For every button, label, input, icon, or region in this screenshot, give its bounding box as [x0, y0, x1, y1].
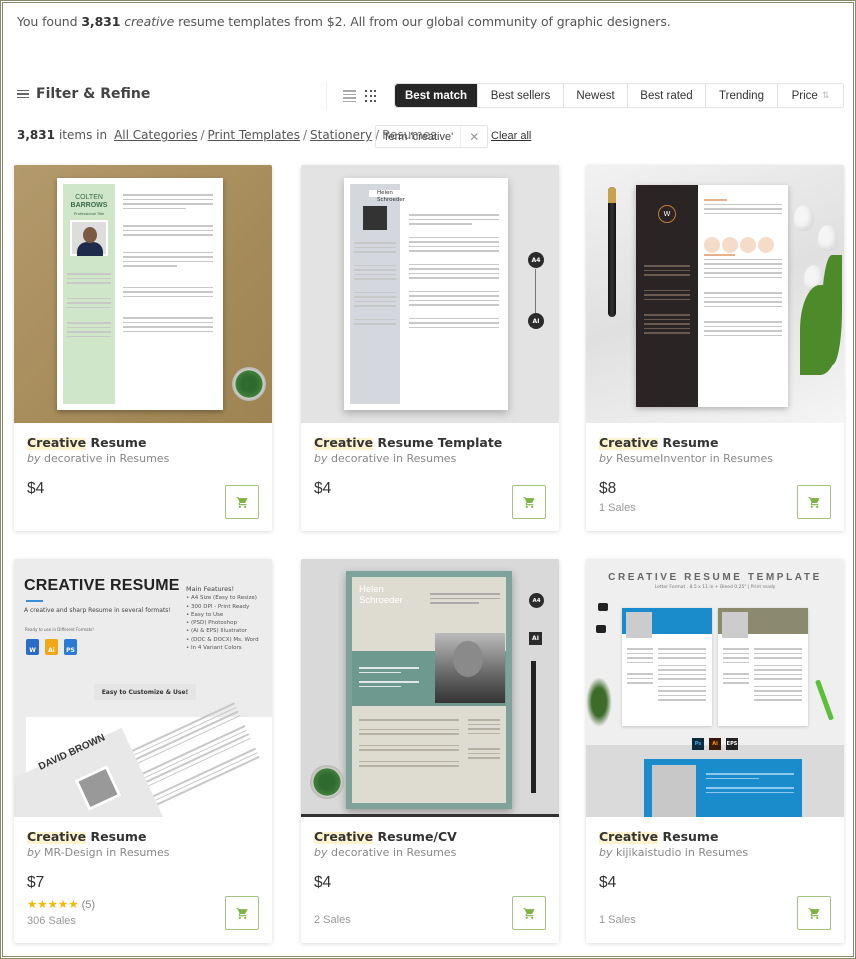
profile-photo [70, 220, 108, 256]
word-icon: W [26, 639, 39, 655]
product-author: by MR-Design in Resumes [27, 846, 170, 859]
add-to-cart-button[interactable] [512, 896, 546, 930]
product-card[interactable]: Helen Schroeder A4 AI Creative Resume Te… [301, 165, 559, 531]
photoshop-icon: Ps [692, 738, 704, 750]
resume-preview: Helen Schroeder [346, 571, 512, 809]
sort-tabs: Best match Best sellers Newest Best rate… [394, 83, 844, 108]
a4-badge: A4 [528, 252, 544, 268]
profile-photo [652, 765, 696, 817]
product-card[interactable]: Helen Schroeder A4 AI Creative Resume/CV … [301, 559, 559, 943]
active-filter-chip: Term 'creative' ✕ [375, 125, 489, 148]
product-card[interactable]: COLTEN BARROWS Professional Title Creative… [14, 165, 272, 531]
results-summary: You found 3,831 creative resume template… [17, 14, 671, 29]
pencil-decoration [531, 661, 536, 793]
add-to-cart-button[interactable] [797, 896, 831, 930]
add-to-cart-button[interactable] [512, 485, 546, 519]
list-view-icon[interactable] [343, 90, 356, 102]
product-thumbnail[interactable]: W [586, 165, 844, 423]
clear-all-link[interactable]: Clear all [491, 130, 531, 142]
breadcrumb: 3,831 items in All Categories / Print Te… [17, 128, 437, 142]
sort-best-match[interactable]: Best match [395, 84, 477, 107]
shopping-cart-icon [236, 496, 247, 508]
product-title[interactable]: Creative Resume [27, 435, 259, 450]
product-thumbnail[interactable]: CREATIVE RESUME TEMPLATE Letter Format .… [586, 559, 844, 817]
filter-refine-button[interactable]: Filter & Refine [17, 86, 150, 102]
product-title[interactable]: Creative Resume Template [314, 435, 546, 450]
sort-best-sellers[interactable]: Best sellers [477, 84, 563, 107]
pen-decoration [608, 187, 616, 317]
product-price: $4 [314, 874, 332, 891]
close-icon[interactable]: ✕ [460, 126, 487, 147]
a4-badge: A4 [529, 593, 544, 608]
product-card[interactable]: W Creative Resume by ResumeInventor in R… [586, 165, 844, 531]
sliders-icon [17, 88, 29, 101]
product-thumbnail[interactable]: Helen Schroeder A4 AI [301, 559, 559, 817]
eps-icon: EPS [726, 738, 738, 750]
product-thumbnail[interactable]: CREATIVE RESUME A creative and sharp Res… [14, 559, 272, 817]
product-title[interactable]: Creative Resume [599, 435, 831, 450]
results-count: 3,831 [81, 14, 121, 29]
ai-badge: AI [528, 313, 544, 329]
product-card[interactable]: CREATIVE RESUME A creative and sharp Res… [14, 559, 272, 943]
product-title[interactable]: Creative Resume/CV [314, 829, 546, 844]
sort-price[interactable]: Price ⇅ [777, 84, 843, 107]
breadcrumb-stationery[interactable]: Stationery [310, 128, 372, 142]
resume-preview: COLTEN BARROWS Professional Title [57, 178, 223, 410]
resume-preview: Helen Schroeder [344, 178, 508, 410]
page-frame: You found 3,831 creative resume template… [0, 0, 856, 959]
product-price: $4 [599, 874, 617, 891]
product-price: $7 [27, 874, 45, 891]
grid-view-icon[interactable] [365, 90, 377, 102]
sort-arrows-icon: ⇅ [821, 90, 830, 100]
product-card[interactable]: CREATIVE RESUME TEMPLATE Letter Format .… [586, 559, 844, 943]
illustrator-icon: Ai [45, 639, 58, 655]
shopping-cart-icon [808, 496, 819, 508]
shopping-cart-icon [523, 907, 534, 919]
product-author: by decorative in Resumes [314, 846, 457, 859]
add-to-cart-button[interactable] [225, 896, 259, 930]
add-to-cart-button[interactable] [225, 485, 259, 519]
product-author: by decorative in Resumes [27, 452, 170, 465]
plant-decoration [232, 367, 266, 401]
rating-count: (5) [81, 899, 96, 911]
shopping-cart-icon [523, 496, 534, 508]
add-to-cart-button[interactable] [797, 485, 831, 519]
star-icon: ★★★★★ [27, 897, 79, 911]
items-count: 3,831 [17, 128, 55, 142]
product-author: by kijikaistudio in Resumes [599, 846, 749, 859]
resume-preview [622, 608, 712, 726]
profile-photo [363, 206, 387, 230]
product-title[interactable]: Creative Resume [27, 829, 259, 844]
product-thumbnail[interactable]: COLTEN BARROWS Professional Title [14, 165, 272, 423]
toolbar-divider [326, 82, 327, 110]
sort-best-rated[interactable]: Best rated [627, 84, 705, 107]
shopping-cart-icon [236, 907, 247, 919]
resume-preview [718, 608, 808, 726]
product-author: by ResumeInventor in Resumes [599, 452, 773, 465]
ai-badge: AI [529, 632, 542, 645]
profile-photo [435, 633, 505, 703]
breadcrumb-all-categories[interactable]: All Categories [114, 128, 197, 142]
sort-trending[interactable]: Trending [705, 84, 777, 107]
product-title[interactable]: Creative Resume [599, 829, 831, 844]
resume-preview: W [636, 185, 788, 407]
plant-decoration [310, 765, 344, 799]
shopping-cart-icon [808, 907, 819, 919]
sort-newest[interactable]: Newest [563, 84, 627, 107]
photoshop-icon: PS [64, 639, 77, 655]
illustrator-icon: Ai [709, 738, 721, 750]
product-author: by decorative in Resumes [314, 452, 457, 465]
breadcrumb-print-templates[interactable]: Print Templates [208, 128, 300, 142]
product-thumbnail[interactable]: Helen Schroeder A4 AI [301, 165, 559, 423]
search-term: creative [124, 14, 175, 29]
